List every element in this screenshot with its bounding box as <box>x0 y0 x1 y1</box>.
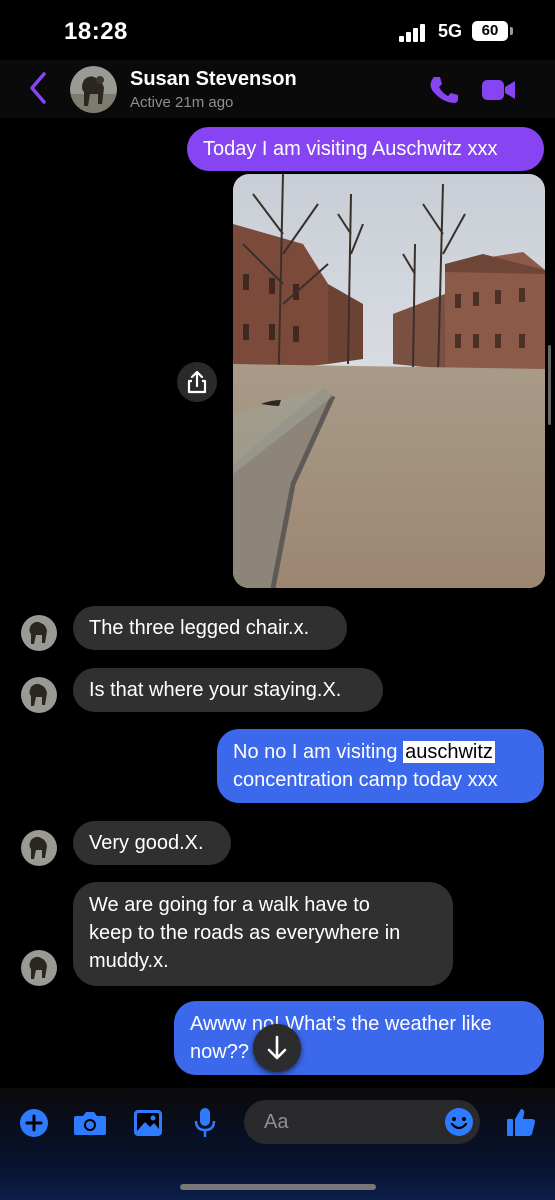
avatar[interactable] <box>21 830 57 866</box>
incoming-message[interactable]: We are going for a walk have to keep to … <box>73 882 453 986</box>
avatar[interactable] <box>21 615 57 651</box>
scroll-to-bottom-icon[interactable] <box>253 1024 301 1072</box>
message-text: now?? <box>190 1041 249 1063</box>
avatar[interactable] <box>21 950 57 986</box>
phone-call-icon[interactable] <box>428 74 458 104</box>
status-bar: 18:28 5G 60 <box>0 0 555 60</box>
incoming-message[interactable]: Very good.X. <box>73 821 231 865</box>
chat-header: Susan Stevenson Active 21m ago <box>0 60 555 118</box>
outgoing-message[interactable]: Awww no! What’s the weather like now?? <box>174 1001 544 1075</box>
contact-status: Active 21m ago <box>130 94 234 111</box>
signal-icon <box>399 24 429 42</box>
contact-name[interactable]: Susan Stevenson <box>130 68 297 91</box>
back-chevron-icon[interactable] <box>26 70 52 106</box>
network-label: 5G <box>438 21 463 41</box>
avatar[interactable] <box>70 66 117 113</box>
thumbs-up-icon[interactable] <box>505 1106 537 1138</box>
gallery-icon[interactable] <box>133 1109 163 1137</box>
message-text: Awww no! What’s the weather like <box>190 1013 492 1035</box>
outgoing-message[interactable]: No no I am visiting auschwitz concentrat… <box>217 729 544 803</box>
message-text: Is that where your staying.X. <box>89 679 342 701</box>
home-indicator <box>180 1184 376 1190</box>
highlighted-word[interactable]: auschwitz <box>403 741 495 763</box>
message-input[interactable]: Aa <box>244 1100 480 1144</box>
message-composer: Aa <box>0 1088 555 1200</box>
shared-photo[interactable] <box>233 174 545 588</box>
message-text: The three legged chair.x. <box>89 617 310 639</box>
messenger-chat-screen: 18:28 5G 60 Susan Stevenson Active 21m a… <box>0 0 555 1200</box>
status-time: 18:28 <box>64 18 128 45</box>
message-placeholder: Aa <box>264 1111 289 1133</box>
incoming-message[interactable]: The three legged chair.x. <box>73 606 347 650</box>
battery-tip <box>510 27 513 35</box>
message-text: keep to the roads as everywhere in <box>89 922 401 944</box>
incoming-message[interactable]: Is that where your staying.X. <box>73 668 383 712</box>
avatar[interactable] <box>21 677 57 713</box>
scrollbar[interactable] <box>548 345 551 425</box>
message-text: We are going for a walk have to <box>89 894 370 916</box>
battery-icon: 60 <box>472 21 508 41</box>
outgoing-message[interactable]: Today I am visiting Auschwitz xxx <box>187 127 544 171</box>
video-call-icon[interactable] <box>481 77 517 103</box>
microphone-icon[interactable] <box>193 1107 217 1139</box>
message-text: No no I am visiting <box>233 741 404 763</box>
emoji-icon[interactable] <box>444 1107 474 1137</box>
share-icon[interactable] <box>177 362 217 402</box>
message-text: concentration camp today xxx <box>233 769 498 791</box>
message-text: muddy.x. <box>89 950 169 972</box>
message-text: Today I am visiting Auschwitz xxx <box>203 138 498 160</box>
camera-icon[interactable] <box>73 1109 107 1137</box>
plus-icon[interactable] <box>19 1108 49 1138</box>
message-text: Very good.X. <box>89 832 204 854</box>
